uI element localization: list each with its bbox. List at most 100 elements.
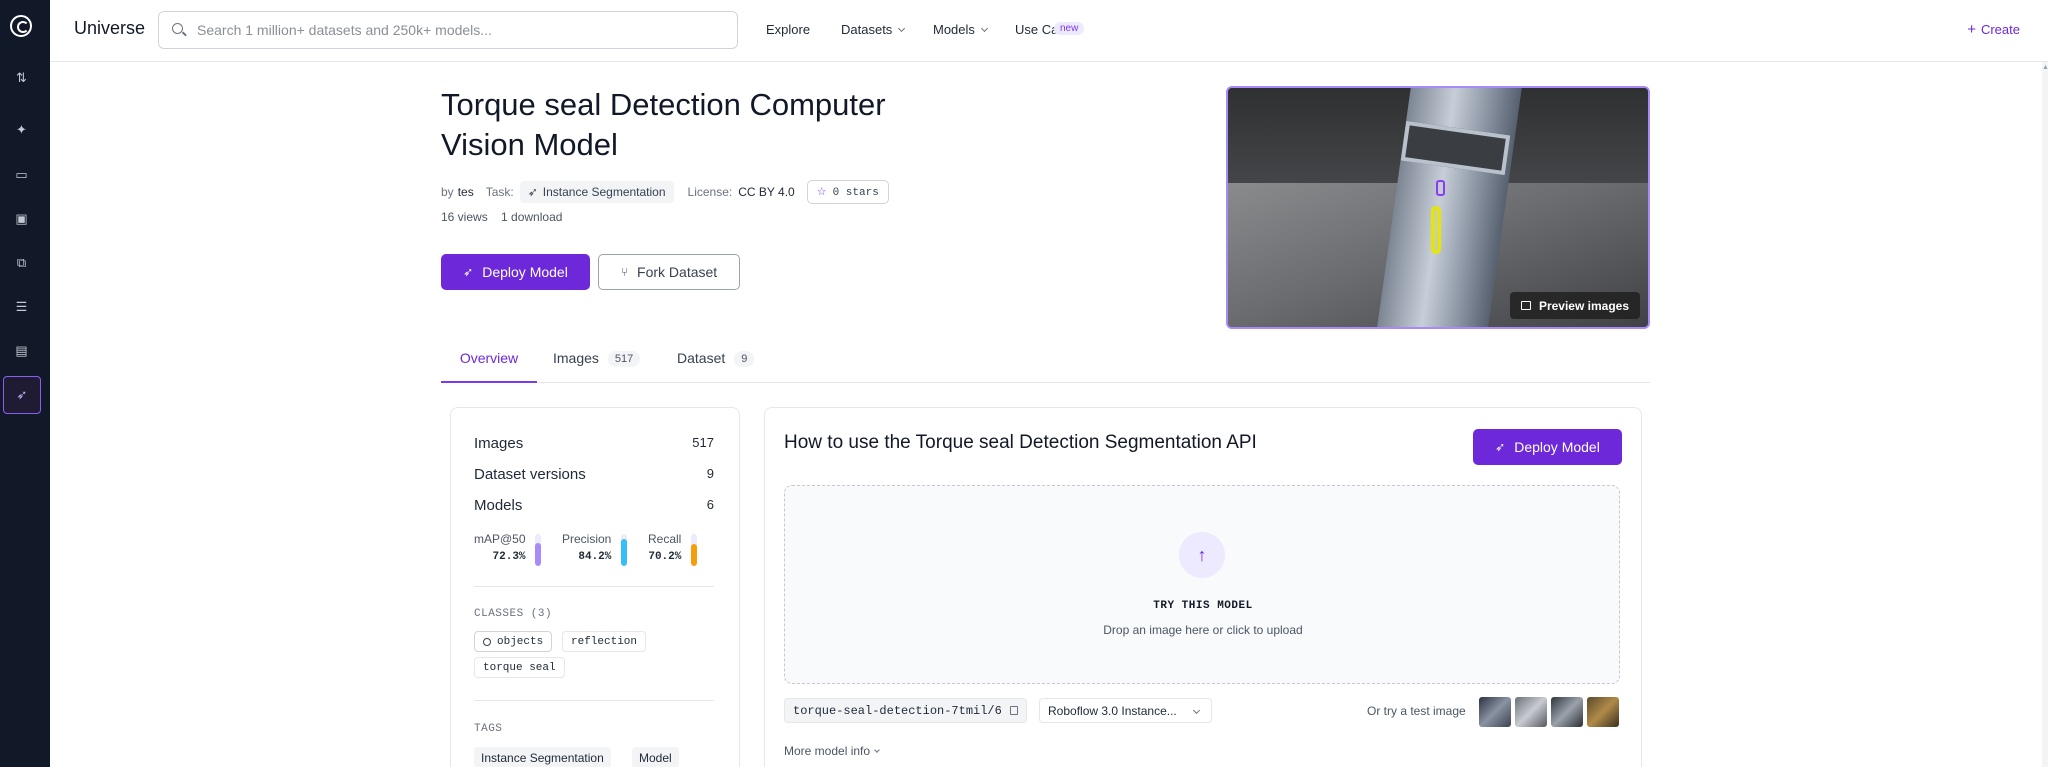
view-stats: 16 views 1 download (441, 210, 562, 224)
model-meta: by tes Task: ➶ Instance Segmentation Lice… (441, 179, 889, 205)
model-version-value: Roboflow 3.0 Instance... (1048, 703, 1177, 718)
metric-value: 84.2% (578, 551, 612, 563)
image-icon[interactable]: ▣ (13, 210, 30, 227)
roboflow-logo-icon[interactable] (10, 15, 32, 37)
preview-images-label: Preview images (1538, 298, 1629, 313)
inbox-icon[interactable]: ▭ (13, 166, 30, 183)
metric-bar-recall (691, 534, 697, 566)
chevron-down-icon (1192, 706, 1201, 715)
class-label: objects (497, 635, 544, 648)
license-label: License: (687, 185, 733, 199)
downloads-count: 1 download (501, 210, 563, 224)
server-icon[interactable]: ☰ (13, 298, 30, 315)
test-image-thumbnail[interactable] (1551, 697, 1583, 727)
api-title: How to use the Torque seal Detection Seg… (784, 432, 1257, 453)
top-bar: Universe Explore Datasets Models Use Cas… (50, 0, 2048, 62)
create-label: Create (1980, 22, 2020, 37)
images-label: Images (474, 435, 524, 452)
test-image-thumbnail[interactable] (1515, 697, 1547, 727)
models-label: Models (474, 497, 523, 514)
model-id-field[interactable]: torque-seal-detection-7tmil/6 (784, 698, 1027, 723)
images-value: 517 (692, 435, 714, 450)
tag-model[interactable]: Model (632, 747, 679, 767)
swap-icon[interactable]: ⇅ (13, 69, 30, 86)
deploy-icon[interactable]: ➶ (3, 376, 41, 414)
scroll-up-icon[interactable]: ▲ (2042, 64, 2048, 74)
task-label: Task: (485, 185, 514, 199)
page-scrollbar[interactable] (2042, 62, 2048, 767)
model-version-select[interactable]: Roboflow 3.0 Instance... (1039, 698, 1212, 723)
upload-arrow-icon: ↑ (1179, 532, 1225, 578)
metric-value: 72.3% (492, 551, 526, 563)
metric-name: mAP@50 (474, 532, 526, 546)
fork-dataset-label: Fork Dataset (637, 264, 718, 280)
workflow-icon[interactable]: ⧉ (13, 254, 30, 271)
tab-bar: Overview Images 517 Dataset 9 (441, 340, 1650, 383)
fork-icon: ⑂ (620, 265, 629, 279)
metric-name: Precision (562, 532, 612, 546)
task-pill[interactable]: ➶ Instance Segmentation (519, 181, 674, 203)
metric-bar-map50 (535, 534, 541, 566)
author-link[interactable]: tes (458, 185, 474, 199)
divider (474, 700, 714, 701)
create-button[interactable]: + Create (1967, 21, 2020, 38)
tags-heading: TAGS (474, 723, 503, 735)
chevron-down-icon (874, 747, 880, 753)
tab-dataset[interactable]: Dataset 9 (677, 340, 755, 383)
nav-datasets-label: Datasets (841, 22, 893, 37)
nav-datasets[interactable]: Datasets (841, 22, 906, 37)
chevron-down-icon (898, 24, 906, 33)
star-button[interactable]: ☆ 0 stars (806, 180, 889, 204)
analytics-icon[interactable]: ▤ (13, 342, 30, 359)
brand-name[interactable]: Universe (74, 18, 145, 39)
rocket-icon: ➶ (463, 265, 474, 279)
search-box[interactable] (158, 11, 738, 49)
class-chip-objects[interactable]: objects (474, 631, 553, 652)
nav-models[interactable]: Models (933, 22, 988, 37)
search-icon (483, 637, 491, 646)
sparkle-icon[interactable]: ✦ (13, 121, 30, 138)
model-id-text: torque-seal-detection-7tmil/6 (793, 703, 1002, 718)
search-input[interactable] (197, 20, 717, 40)
tab-images[interactable]: Images 517 (553, 340, 641, 383)
class-chip-torque-seal[interactable]: torque seal (474, 657, 565, 678)
fork-dataset-button[interactable]: ⑂ Fork Dataset (598, 254, 740, 290)
tab-overview-label: Overview (459, 350, 519, 366)
nav-explore[interactable]: Explore (766, 22, 810, 37)
plus-icon: + (1967, 21, 1976, 38)
more-model-info-toggle[interactable]: More model info (784, 744, 880, 758)
license-value[interactable]: CC BY 4.0 (738, 185, 794, 199)
by-label: by (441, 185, 454, 199)
test-image-thumbnail[interactable] (1479, 697, 1511, 727)
divider (474, 586, 714, 587)
test-image-label: Or try a test image (1367, 704, 1466, 718)
class-chip-reflection[interactable]: reflection (562, 631, 647, 652)
tab-overview[interactable]: Overview (441, 340, 537, 383)
dropzone-hint: Drop an image here or click to upload (1103, 623, 1303, 637)
image-dropzone[interactable]: ↑ TRY THIS MODEL Drop an image here or c… (784, 485, 1620, 684)
models-value: 6 (706, 497, 714, 512)
copy-icon[interactable] (1009, 706, 1018, 715)
metric-name: Recall (648, 532, 682, 546)
models-row: Models 6 (474, 497, 714, 514)
deploy-model-button[interactable]: ➶ Deploy Model (441, 254, 590, 290)
deploy-model-button-secondary[interactable]: ➶ Deploy Model (1473, 429, 1622, 465)
metric-precision: Precision 84.2% (562, 532, 611, 563)
nav-models-label: Models (933, 22, 975, 37)
search-icon (172, 23, 183, 34)
classes-heading: CLASSES (3) (474, 608, 553, 620)
preview-images-button[interactable]: Preview images (1509, 292, 1640, 319)
chevron-down-icon (980, 24, 988, 33)
model-preview-image[interactable]: Preview images (1226, 86, 1650, 329)
test-image-thumbnail[interactable] (1587, 697, 1619, 727)
task-value: Instance Segmentation (542, 185, 666, 199)
new-badge: new (1054, 22, 1085, 35)
metric-bar-fill (691, 543, 697, 566)
tag-instance-segmentation[interactable]: Instance Segmentation (474, 747, 611, 767)
image-icon (1520, 301, 1531, 310)
tab-dataset-count: 9 (734, 351, 755, 367)
versions-value: 9 (706, 466, 714, 481)
page-title: Torque seal Detection Computer Vision Mod… (441, 85, 961, 165)
metric-value: 70.2% (648, 551, 682, 563)
api-usage-card: How to use the Torque seal Detection Seg… (764, 407, 1642, 767)
